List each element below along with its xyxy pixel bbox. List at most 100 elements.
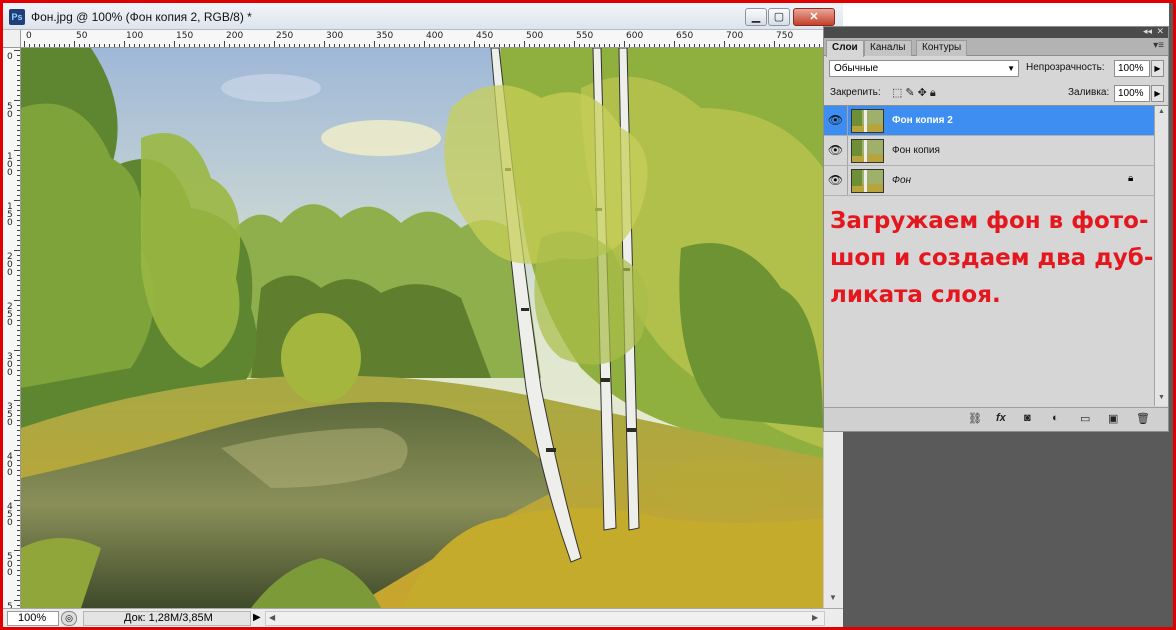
ruler-label: 200 <box>7 252 13 278</box>
blend-mode-select[interactable]: Обычные ▼ <box>829 60 1019 77</box>
layer-row-fon-kopiya[interactable]: 👁︎ Фон копия <box>824 136 1154 166</box>
visibility-eye-icon[interactable]: 👁︎ <box>824 106 848 135</box>
collapse-panel-icon[interactable]: ◂◂ <box>1143 26 1152 37</box>
ruler-tick <box>474 41 475 47</box>
lock-pixels-icon[interactable]: ✎ <box>905 87 917 99</box>
ruler-tick <box>24 41 25 47</box>
tab-layers[interactable]: Слои <box>826 40 864 57</box>
ruler-label: 350 <box>376 31 394 41</box>
visibility-eye-icon[interactable]: 👁︎ <box>824 136 848 165</box>
close-button[interactable]: ✕ <box>793 8 835 26</box>
layer-name: Фон копия 2 <box>892 115 953 126</box>
ruler-label: 500 <box>526 31 544 41</box>
annotation-text: Загружаем фон в фото- шоп и создаем два … <box>830 208 1154 308</box>
ruler-tick <box>724 41 725 47</box>
opacity-field[interactable]: 100% <box>1114 60 1150 77</box>
zoom-field[interactable]: 100% <box>7 611 59 626</box>
ruler-label: 400 <box>7 452 13 478</box>
ruler-tick <box>524 41 525 47</box>
ruler-label: 250 <box>7 302 13 328</box>
ruler-label: 50 <box>76 31 88 41</box>
status-info-icon[interactable]: ◎ <box>61 611 77 626</box>
ruler-label: 750 <box>776 31 794 41</box>
visibility-eye-icon[interactable]: 👁︎ <box>824 166 848 195</box>
ruler-label: 350 <box>7 402 13 428</box>
chevron-down-icon: ▼ <box>1007 64 1015 73</box>
new-layer-icon[interactable]: ▣ <box>1108 412 1118 425</box>
ruler-tick <box>674 41 675 47</box>
ruler-tick <box>774 41 775 47</box>
panel-header-strip: ◂◂ ✕ <box>824 26 1168 38</box>
fill-field[interactable]: 100% <box>1114 85 1150 102</box>
horizontal-ruler[interactable]: 0 50 100 150 200 250 300 350 400 450 500 550 600 650 7… <box>21 30 823 48</box>
ruler-tick <box>14 150 20 151</box>
ruler-label: 700 <box>726 31 744 41</box>
ruler-tick <box>14 550 20 551</box>
document-title-bar[interactable]: Ps Фон.jpg @ 100% (Фон копия 2, RGB/8) *… <box>3 3 843 30</box>
document-title: Фон.jpg @ 100% (Фон копия 2, RGB/8) * <box>31 10 252 24</box>
ruler-label: 0 <box>26 31 32 41</box>
scroll-left-icon[interactable]: ◀ <box>269 613 275 622</box>
adjustment-icon[interactable]: ◐ <box>1052 412 1059 424</box>
blend-mode-value: Обычные <box>834 63 879 74</box>
layer-lock-icon: 🔒︎ <box>1128 173 1134 184</box>
trash-icon[interactable]: 🗑︎ <box>1136 412 1150 425</box>
ruler-label: 500 <box>7 552 13 578</box>
ruler-label: 150 <box>7 202 13 228</box>
fx-icon[interactable]: fx <box>996 412 1006 424</box>
ruler-label: 0 <box>7 52 13 62</box>
scroll-down-icon[interactable]: ▼ <box>1158 394 1165 401</box>
layer-row-fon[interactable]: 👁︎ Фон 🔒︎ <box>824 166 1154 196</box>
ruler-tick <box>14 400 20 401</box>
horizontal-scrollbar[interactable]: ◀ ▶ <box>265 611 825 626</box>
ruler-tick <box>124 41 125 47</box>
lock-all-icon[interactable]: 🔒︎ <box>930 87 939 99</box>
group-folder-icon[interactable]: ▭ <box>1080 412 1090 425</box>
scroll-down-icon[interactable]: ▼ <box>829 593 837 602</box>
ruler-tick <box>14 200 20 201</box>
close-panel-icon[interactable]: ✕ <box>1156 26 1164 37</box>
ruler-label: 450 <box>476 31 494 41</box>
maximize-button[interactable]: ▢ <box>768 8 790 26</box>
lock-options[interactable]: ⬚✎✥🔒︎ <box>892 86 939 100</box>
ruler-tick <box>14 300 20 301</box>
link-icon[interactable]: ⛓ <box>968 412 982 425</box>
ruler-label: 100 <box>126 31 144 41</box>
lock-transparency-icon[interactable]: ⬚ <box>892 87 905 99</box>
tab-paths[interactable]: Контуры <box>916 40 968 56</box>
vertical-ruler[interactable]: 050100150200250300350400450500550 <box>3 48 21 608</box>
panel-menu-icon[interactable]: ▾≡ <box>1153 40 1164 51</box>
panel-tabs: Слои Каналы Контуры ▾≡ <box>824 38 1168 57</box>
layer-name: Фон <box>892 175 912 186</box>
lock-position-icon[interactable]: ✥ <box>918 87 930 99</box>
ruler-tick <box>424 41 425 47</box>
layer-name: Фон копия <box>892 145 940 156</box>
ruler-label: 600 <box>626 31 644 41</box>
ruler-tick <box>174 41 175 47</box>
document-info: Док: 1,28M/3,85M <box>83 611 251 626</box>
ruler-tick <box>624 41 625 47</box>
ruler-label: 100 <box>7 152 13 178</box>
ruler-label: 300 <box>326 31 344 41</box>
scroll-right-icon[interactable]: ▶ <box>812 613 818 622</box>
status-menu-arrow-icon[interactable]: ▶ <box>253 612 261 623</box>
image-canvas[interactable] <box>21 48 823 608</box>
opacity-slider-arrow-icon[interactable]: ▶ <box>1151 60 1164 77</box>
fill-label: Заливка: <box>1068 87 1110 98</box>
ruler-label: 150 <box>176 31 194 41</box>
ruler-label: 550 <box>576 31 594 41</box>
mask-icon[interactable]: ◙ <box>1024 412 1031 424</box>
fill-slider-arrow-icon[interactable]: ▶ <box>1151 85 1164 102</box>
ruler-origin[interactable] <box>3 30 21 48</box>
ruler-tick <box>14 250 20 251</box>
tab-channels[interactable]: Каналы <box>864 40 912 56</box>
photoshop-app-icon: Ps <box>9 9 25 25</box>
ruler-label: 400 <box>426 31 444 41</box>
status-bar: 100% ◎ Док: 1,28M/3,85M ▶ ◀ ▶ <box>3 608 843 627</box>
minimize-button[interactable]: ▁ <box>745 8 767 26</box>
lock-label: Закрепить: <box>830 87 881 98</box>
ruler-tick <box>274 41 275 47</box>
layer-row-fon-kopiya-2[interactable]: 👁︎ Фон копия 2 <box>824 106 1154 136</box>
scroll-up-icon[interactable]: ▲ <box>1158 108 1165 115</box>
ruler-label: 650 <box>676 31 694 41</box>
